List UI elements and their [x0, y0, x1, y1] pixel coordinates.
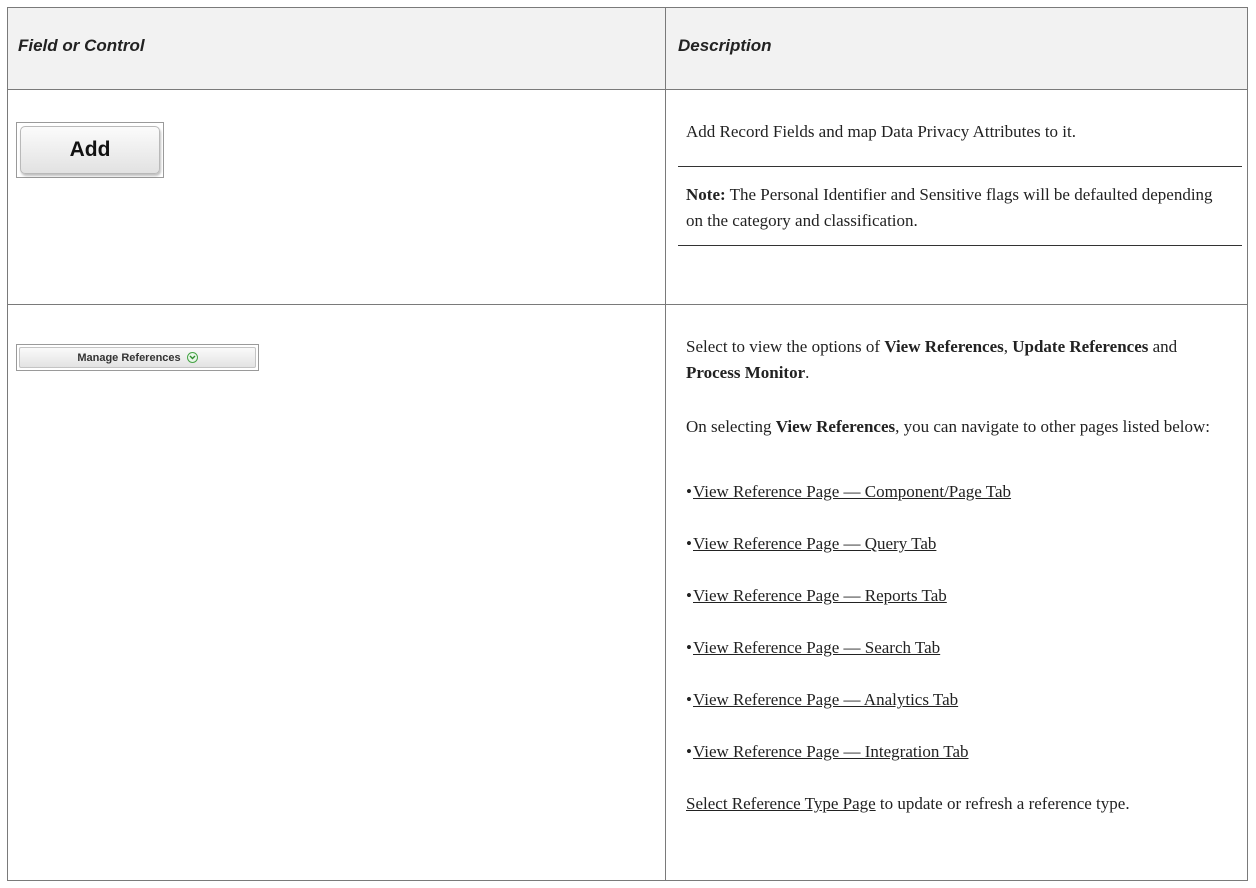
- chevron-down-circle-icon: [186, 352, 198, 363]
- note-top-rule: [678, 166, 1242, 167]
- bullet: •: [686, 742, 692, 761]
- add-description: Add Record Fields and map Data Privacy A…: [686, 122, 1076, 141]
- navigate-description: On selecting View References, you can na…: [686, 417, 1211, 436]
- link-view-reference-search-tab[interactable]: View Reference Page — Search Tab: [693, 635, 940, 661]
- link-view-reference-analytics-tab[interactable]: View Reference Page — Analytics Tab: [693, 687, 958, 713]
- link-select-reference-type-page[interactable]: Select Reference Type Page: [686, 794, 876, 813]
- table-header-row: Field or Control Description: [8, 8, 1247, 89]
- link-view-reference-query-tab[interactable]: View Reference Page — Query Tab: [693, 531, 936, 557]
- row-divider: [8, 304, 1247, 305]
- option-process-monitor: Process Monitor: [686, 363, 806, 382]
- note-block: Note: The Personal Identifier and Sensit…: [686, 182, 1231, 234]
- manage-references-button[interactable]: Manage References: [16, 344, 259, 371]
- note-label: Note:: [686, 185, 726, 204]
- bullet: •: [686, 534, 692, 553]
- manage-references-description: Select to view the options of View Refer…: [686, 337, 1178, 382]
- bullet: •: [686, 638, 692, 657]
- header-divider: [8, 89, 1247, 90]
- link-view-reference-reports-tab[interactable]: View Reference Page — Reports Tab: [693, 583, 947, 609]
- option-view-references: View References: [884, 337, 1004, 356]
- add-button[interactable]: Add: [16, 122, 164, 178]
- note-bottom-rule: [678, 245, 1242, 246]
- column-divider: [665, 8, 666, 880]
- header-description: Description: [678, 36, 772, 55]
- bullet: •: [686, 482, 692, 501]
- link-view-reference-integration-tab[interactable]: View Reference Page — Integration Tab: [693, 739, 969, 765]
- header-field-or-control: Field or Control: [18, 36, 145, 55]
- option-update-references: Update References: [1012, 337, 1149, 356]
- add-button-label: Add: [20, 126, 160, 174]
- note-text: The Personal Identifier and Sensitive fl…: [686, 185, 1213, 230]
- bullet: •: [686, 690, 692, 709]
- link-view-reference-component-page-tab[interactable]: View Reference Page — Component/Page Tab: [693, 479, 1011, 505]
- select-reference-type-description: Select Reference Type Page to update or …: [686, 794, 1130, 813]
- field-description-table: Field or Control Description Add Add Rec…: [7, 7, 1248, 881]
- bullet: •: [686, 586, 692, 605]
- manage-references-label: Manage References: [77, 351, 181, 364]
